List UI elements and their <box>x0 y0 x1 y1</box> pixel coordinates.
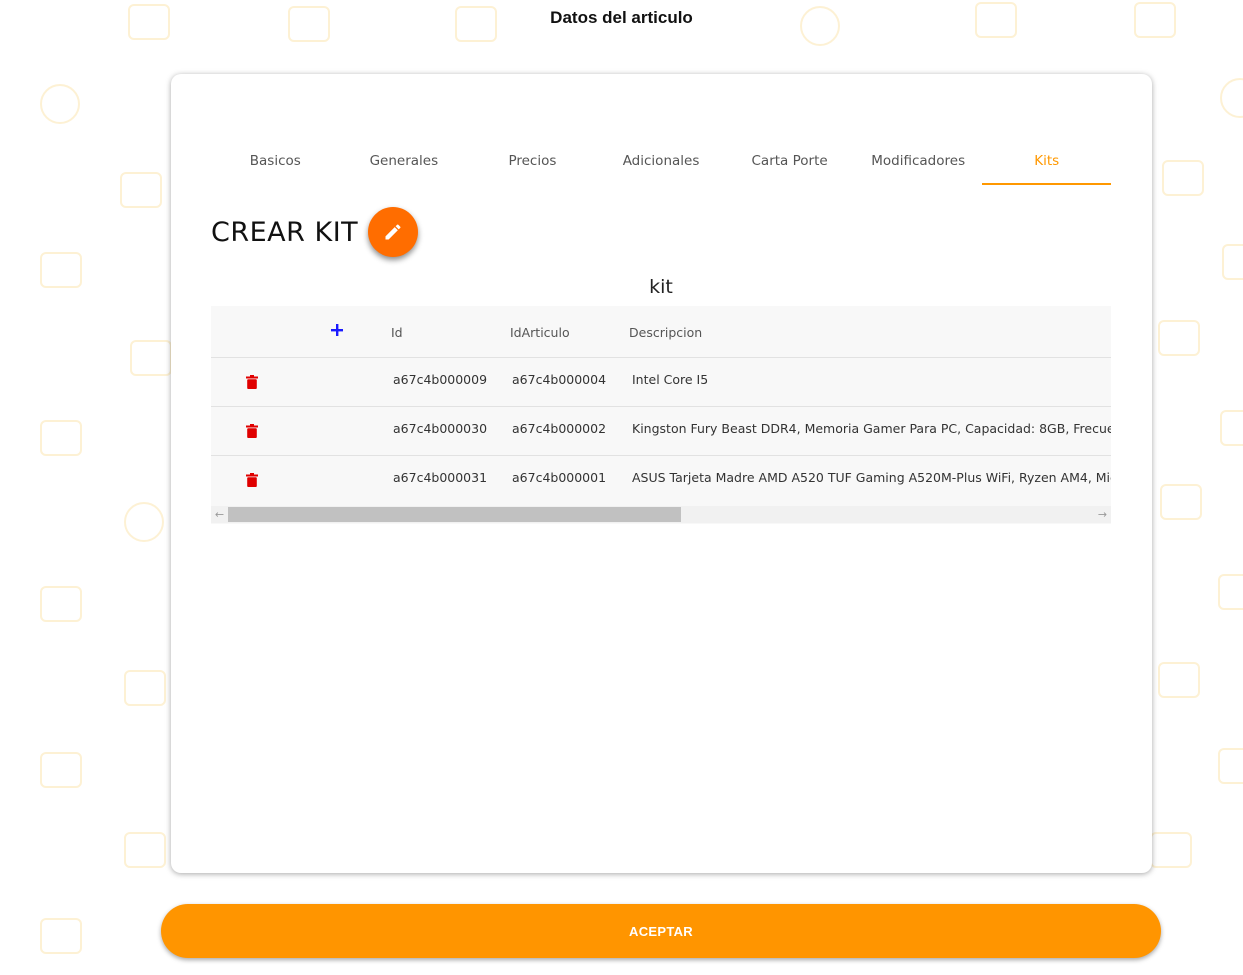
tab-adicionales[interactable]: Adicionales <box>597 140 726 185</box>
section-title: CREAR KIT <box>211 216 359 248</box>
cell-descripcion: Intel Core I5 <box>632 372 709 387</box>
trash-icon[interactable] <box>246 375 258 389</box>
tab-carta-porte[interactable]: Carta Porte <box>725 140 854 185</box>
scroll-left-icon[interactable]: ← <box>211 506 228 523</box>
pencil-icon <box>385 224 401 240</box>
table-row[interactable]: a67c4b000009 a67c4b000004 Intel Core I5 <box>211 358 1111 407</box>
tab-modificadores[interactable]: Modificadores <box>854 140 983 185</box>
cell-idarticulo: a67c4b000002 <box>512 421 607 436</box>
tab-precios[interactable]: Precios <box>468 140 597 185</box>
scrollbar-thumb[interactable] <box>228 507 681 522</box>
page-title: Datos del articulo <box>550 8 693 27</box>
cell-id: a67c4b000009 <box>393 372 488 387</box>
scroll-right-icon[interactable]: → <box>1094 506 1111 523</box>
table-caption: kit <box>649 276 673 298</box>
cell-descripcion: ASUS Tarjeta Madre AMD A520 TUF Gaming A… <box>632 470 1111 485</box>
tab-basicos[interactable]: Basicos <box>211 140 340 185</box>
edit-kit-button[interactable] <box>368 207 419 257</box>
kit-table: Id IdArticulo Descripcion a67c4b000009 a… <box>211 306 1111 524</box>
column-header-idarticulo[interactable]: IdArticulo <box>510 325 570 340</box>
cell-id: a67c4b000030 <box>393 421 488 436</box>
table-row[interactable]: a67c4b000031 a67c4b000001 ASUS Tarjeta M… <box>211 456 1111 505</box>
article-card: Basicos Generales Precios Adicionales Ca… <box>171 74 1152 873</box>
cell-id: a67c4b000031 <box>393 470 488 485</box>
column-header-id[interactable]: Id <box>391 325 403 340</box>
tab-kits[interactable]: Kits <box>982 140 1112 185</box>
cell-idarticulo: a67c4b000001 <box>512 470 607 485</box>
table-row[interactable]: a67c4b000030 a67c4b000002 Kingston Fury … <box>211 407 1111 456</box>
trash-icon[interactable] <box>246 473 258 487</box>
accept-button[interactable]: ACEPTAR <box>161 904 1161 958</box>
section-header: CREAR KIT <box>211 206 419 258</box>
tab-generales[interactable]: Generales <box>340 140 469 185</box>
trash-icon[interactable] <box>246 424 258 438</box>
horizontal-scrollbar[interactable]: ← → <box>211 506 1111 523</box>
tab-bar: Basicos Generales Precios Adicionales Ca… <box>211 140 1112 185</box>
table-header-row: Id IdArticulo Descripcion <box>211 306 1111 358</box>
cell-idarticulo: a67c4b000004 <box>512 372 607 387</box>
cell-descripcion: Kingston Fury Beast DDR4, Memoria Gamer … <box>632 421 1111 436</box>
column-header-descripcion[interactable]: Descripcion <box>629 325 702 340</box>
plus-icon[interactable] <box>328 321 346 339</box>
